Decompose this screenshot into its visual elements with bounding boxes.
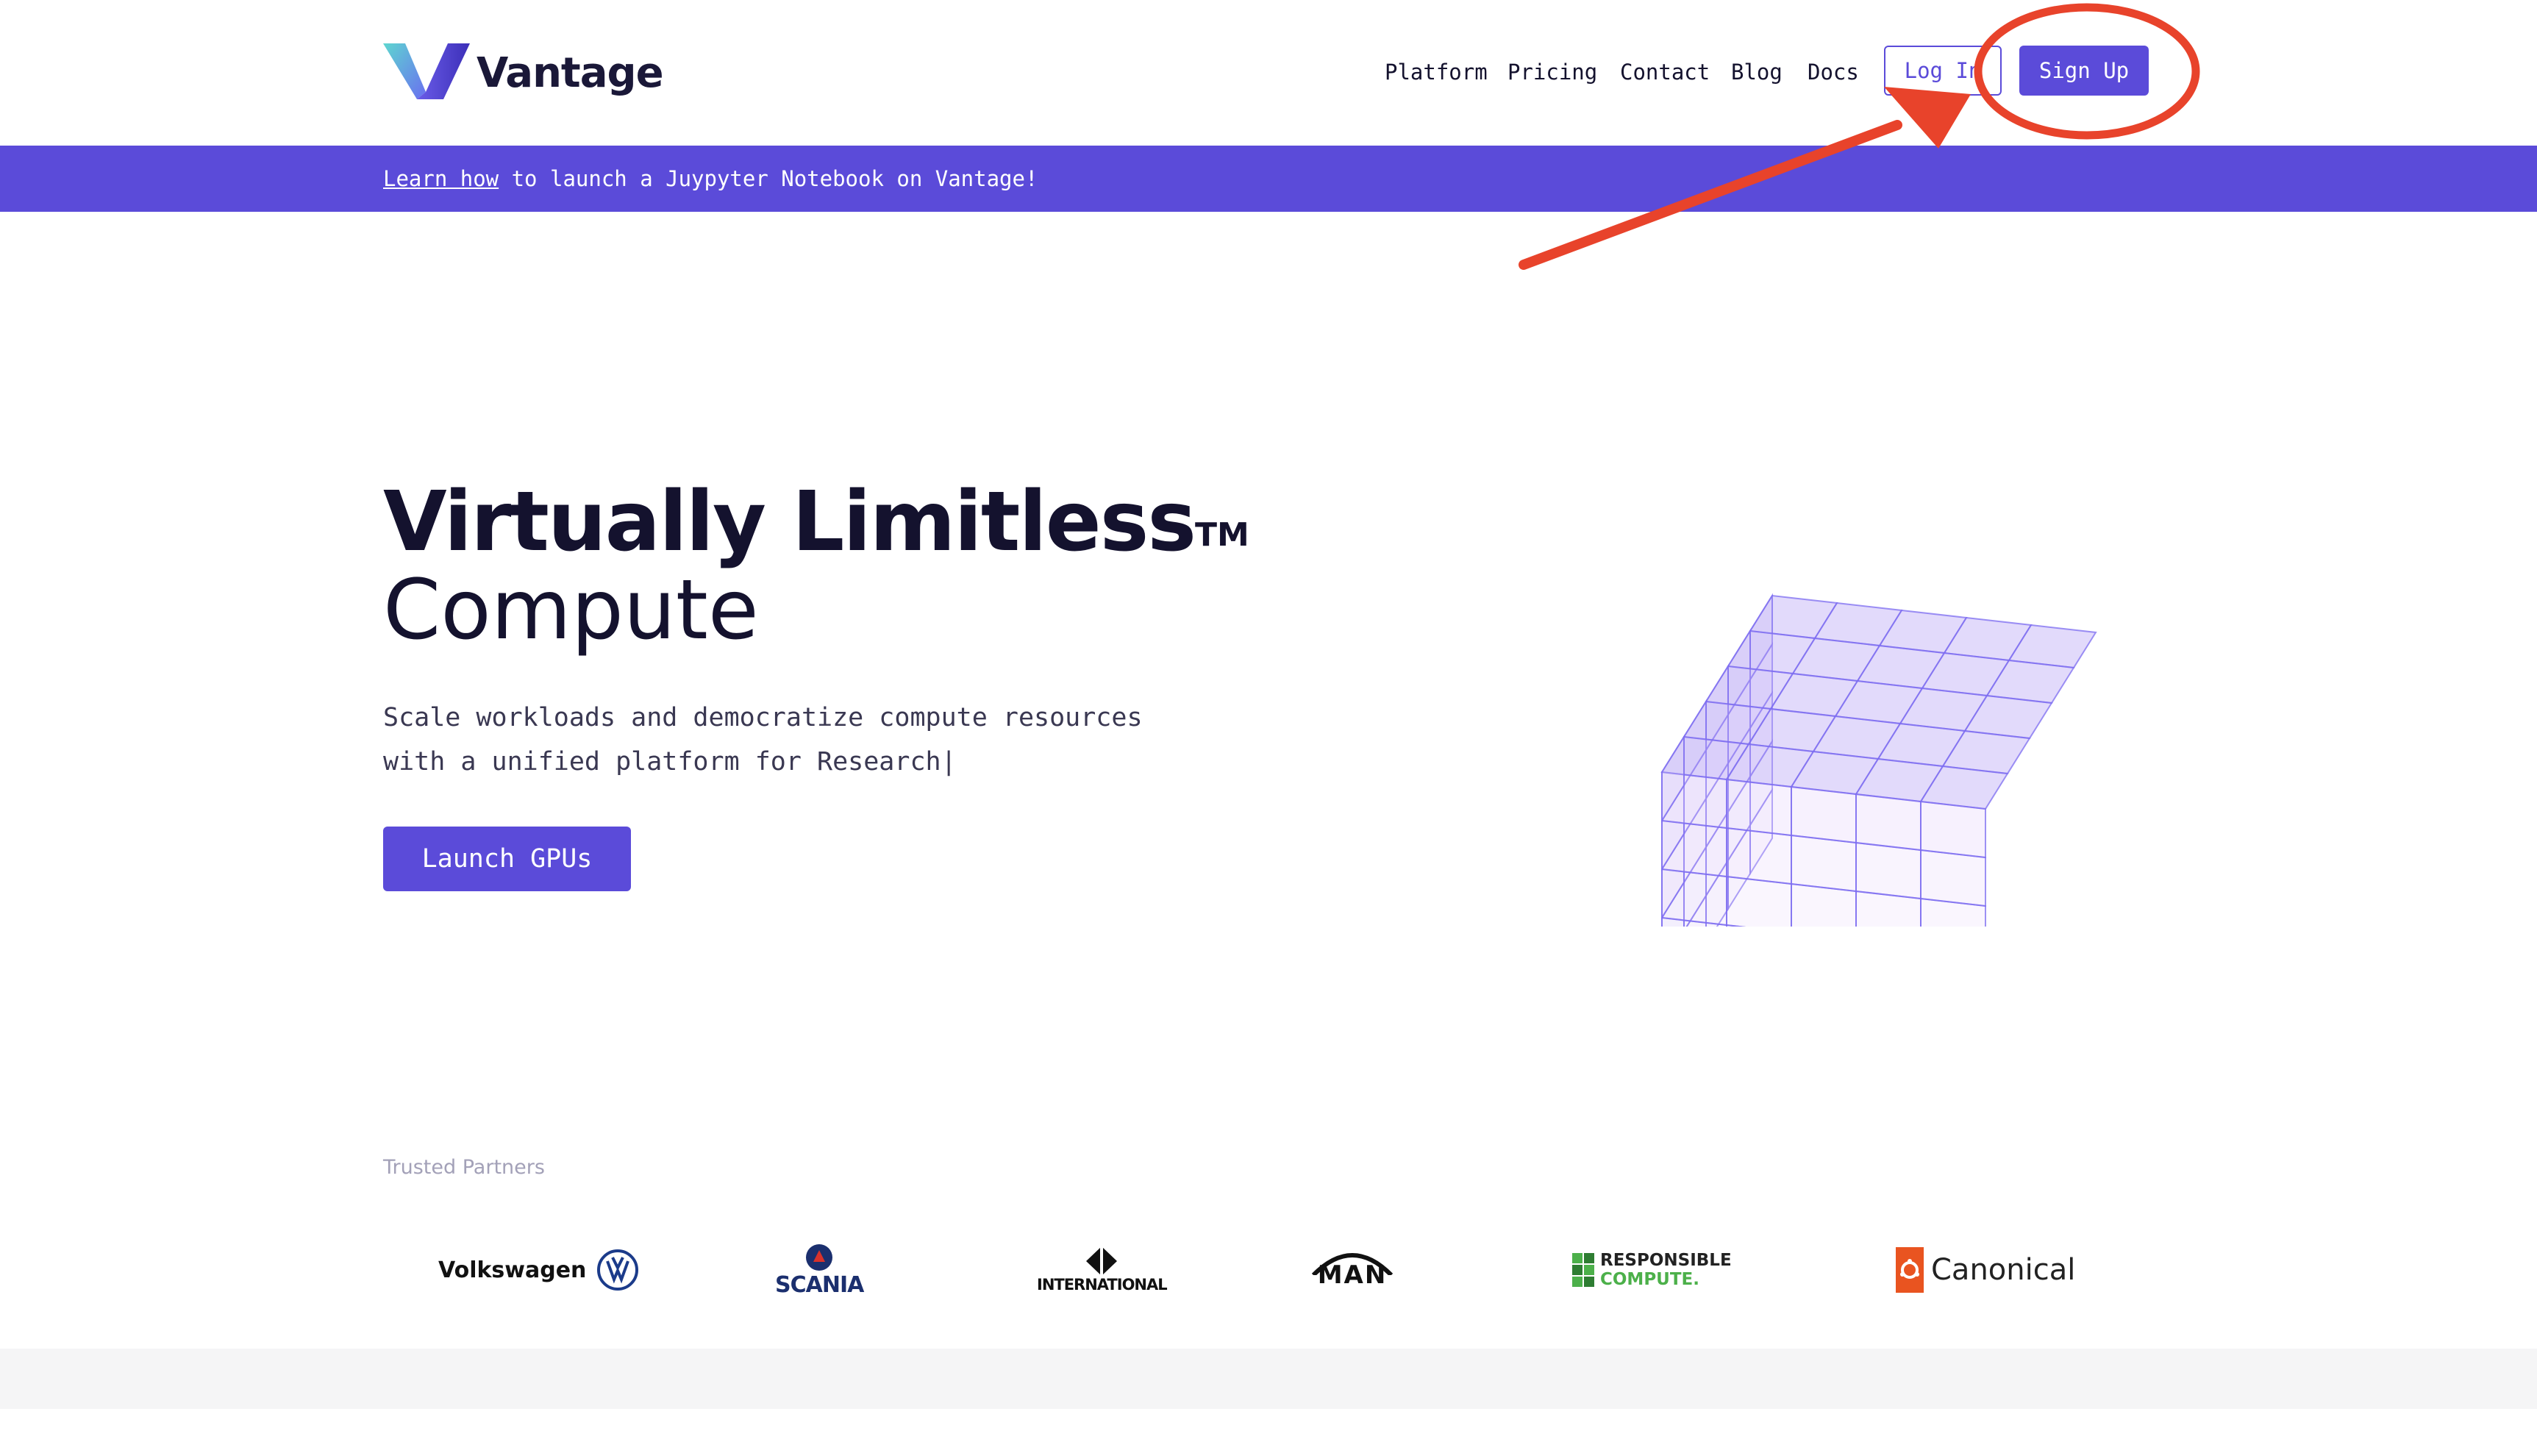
banner-text: to launch a Juypyter Notebook on Vantage… [499, 166, 1038, 191]
logo-wordmark[interactable]: Vantage [477, 46, 664, 101]
footer-band [0, 1349, 2537, 1409]
hero-subtitle-line1: Scale workloads and democratize compute … [383, 703, 1143, 732]
partners-label: Trusted Partners [383, 1156, 545, 1179]
site-header [0, 0, 2537, 146]
responsible-wordmark: RESPONSIBLE [1600, 1251, 1732, 1270]
canonical-wordmark: Canonical [1931, 1253, 2076, 1287]
cube-face [1920, 849, 1986, 907]
vantage-logo-icon[interactable] [383, 42, 471, 101]
cube-face [1855, 793, 1922, 852]
cube-face [1791, 785, 1857, 844]
cube-face [1726, 778, 1792, 837]
cube-face [1855, 841, 1922, 900]
man-wordmark: MAN [1317, 1260, 1388, 1290]
partner-scania: SCANIA [775, 1230, 864, 1310]
canonical-logo-icon [1896, 1247, 1924, 1293]
nav-blog[interactable]: Blog [1731, 54, 1783, 90]
banner-learn-how-link[interactable]: Learn how [383, 166, 499, 191]
partner-volkswagen: Volkswagen [438, 1230, 639, 1310]
hero-title-bold: Virtually Limitless [383, 474, 1196, 570]
hero-subtitle-line2: with a unified platform for Research| [383, 747, 957, 777]
partner-man: MAN [1309, 1230, 1396, 1310]
nav-platform[interactable]: Platform [1385, 54, 1488, 90]
volkswagen-logo-icon [597, 1249, 639, 1291]
cube-face [1726, 875, 1792, 927]
compute-wordmark: COMPUTE. [1600, 1270, 1699, 1289]
cube-face [1791, 834, 1857, 893]
partner-international: INTERNATIONAL [1037, 1230, 1168, 1310]
hero-title: Virtually LimitlessTM [383, 471, 1249, 574]
cube-face [1726, 827, 1792, 885]
signup-button[interactable]: Sign Up [2019, 46, 2149, 96]
launch-gpus-button[interactable]: Launch GPUs [383, 827, 631, 891]
volkswagen-wordmark: Volkswagen [438, 1257, 587, 1283]
announcement-banner [0, 146, 2537, 212]
international-diamond-icon [1086, 1246, 1118, 1276]
scania-wordmark: SCANIA [775, 1271, 864, 1298]
partner-responsible-compute: RESPONSIBLE COMPUTE. [1571, 1230, 1732, 1310]
banner-message: Learn how to launch a Juypyter Notebook … [383, 162, 1038, 196]
hero-title-light: Compute [383, 563, 759, 658]
cube-illustration [1660, 593, 2097, 927]
login-button[interactable]: Log In [1884, 46, 2002, 96]
international-wordmark: INTERNATIONAL [1037, 1276, 1168, 1293]
nav-contact[interactable]: Contact [1620, 54, 1710, 90]
scania-griffin-icon [806, 1243, 833, 1271]
partner-canonical: Canonical [1896, 1230, 2075, 1310]
cube-face [1920, 800, 1986, 859]
nav-docs[interactable]: Docs [1808, 54, 1859, 90]
nav-pricing[interactable]: Pricing [1507, 54, 1597, 90]
trademark-mark: TM [1195, 516, 1249, 554]
responsible-compute-icon [1572, 1253, 1594, 1287]
